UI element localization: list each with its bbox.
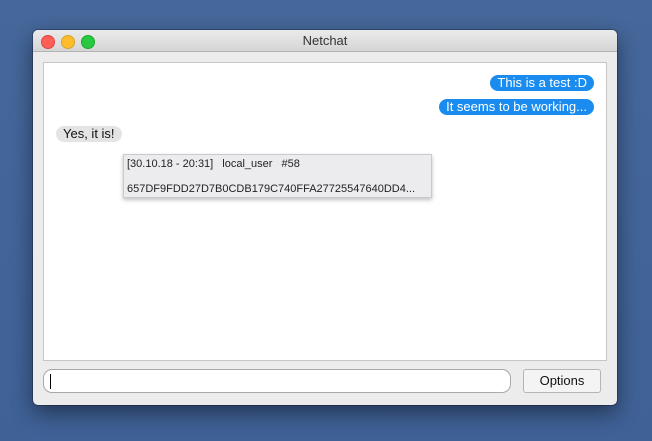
tooltip-user: local_user	[222, 158, 273, 170]
tooltip-meta: [30.10.18 - 20:31] local_user #58	[127, 158, 306, 170]
options-button[interactable]: Options	[523, 369, 601, 393]
tooltip-hash: 657DF9FDD27D7B0CDB179C740FFA27725547640D…	[127, 183, 416, 195]
message-input[interactable]	[43, 369, 511, 393]
message-info-tooltip: [30.10.18 - 20:31] local_user #58 657DF9…	[123, 154, 432, 198]
text-caret	[50, 374, 51, 389]
title-bar[interactable]: Netchat	[33, 30, 617, 52]
message-bubble-outgoing[interactable]: This is a test :D	[490, 75, 594, 91]
message-bubble-outgoing[interactable]: It seems to be working...	[439, 99, 594, 115]
window-title: Netchat	[302, 33, 348, 48]
chat-history[interactable]: This is a test :D It seems to be working…	[43, 62, 607, 361]
tooltip-timestamp: [30.10.18 - 20:31]	[127, 158, 214, 170]
netchat-window: Netchat This is a test :D It seems to be…	[33, 30, 617, 405]
message-bubble-incoming[interactable]: Yes, it is!	[56, 126, 122, 142]
tooltip-number: #58	[281, 158, 300, 170]
